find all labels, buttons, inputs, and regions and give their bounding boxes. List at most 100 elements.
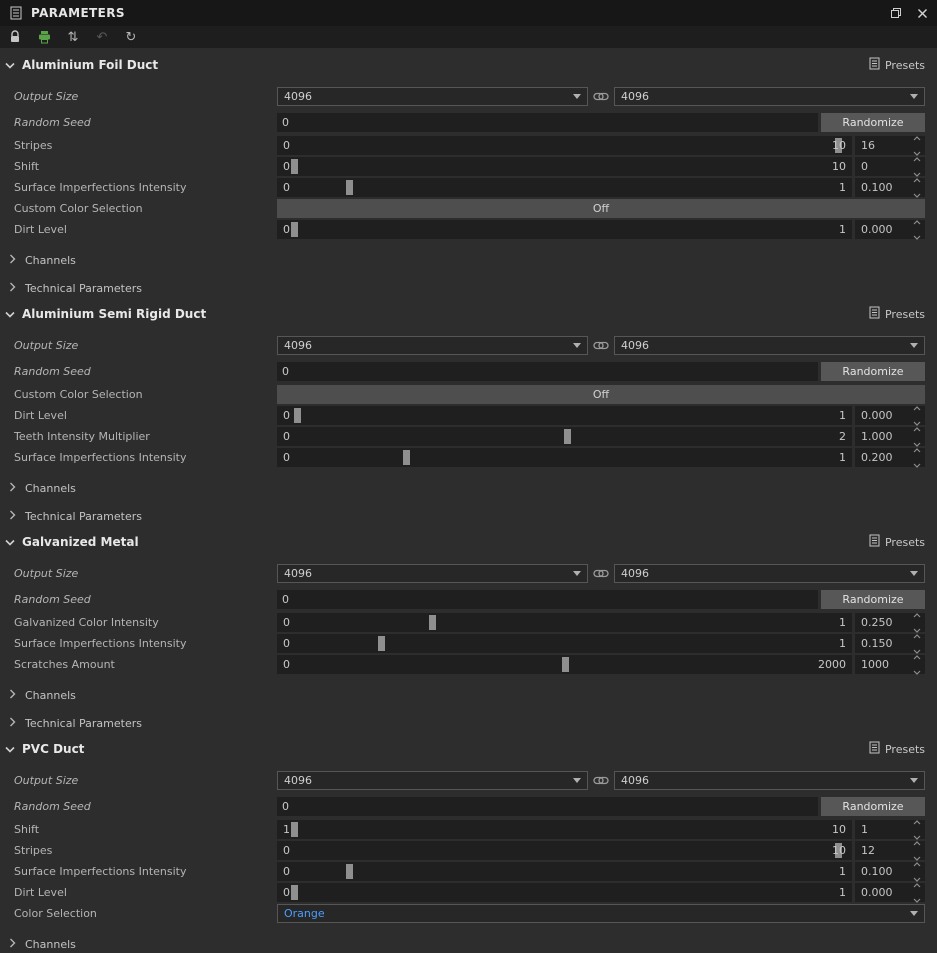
slider[interactable]: 0 10 <box>277 156 852 176</box>
slider[interactable]: 0 2 <box>277 426 852 446</box>
slider-handle[interactable] <box>377 635 385 651</box>
link-icon[interactable] <box>593 341 609 350</box>
spin-up-icon[interactable] <box>913 878 921 891</box>
output-height-dropdown[interactable]: 4096 <box>614 770 925 790</box>
slider[interactable]: 0 10 <box>277 840 852 860</box>
spin-up-icon[interactable] <box>913 815 921 828</box>
slider-handle[interactable] <box>345 863 353 879</box>
chevron-down-icon[interactable] <box>5 536 15 549</box>
random-seed-slider[interactable]: 0 <box>277 796 818 816</box>
restore-window-icon[interactable] <box>890 7 902 19</box>
value-field[interactable]: 0.000 <box>855 882 925 903</box>
slider[interactable]: 0 1 <box>277 861 852 881</box>
output-width-dropdown[interactable]: 4096 <box>277 563 588 583</box>
color-selection-dropdown[interactable]: Orange <box>277 903 925 923</box>
section-aluminium-foil-duct: Aluminium Foil Duct Presets Output Size … <box>0 54 937 297</box>
history-icon[interactable]: ↻ <box>123 29 139 45</box>
group-technical-parameters[interactable]: Technical Parameters <box>0 279 937 297</box>
section-header[interactable]: Aluminium Foil Duct Presets <box>0 54 937 76</box>
slider-handle[interactable] <box>294 407 302 423</box>
output-width-dropdown[interactable]: 4096 <box>277 86 588 106</box>
slider-handle[interactable] <box>291 821 299 837</box>
spin-up-icon[interactable] <box>913 401 921 414</box>
presets-button[interactable]: Presets <box>869 57 925 73</box>
param-value: 0.150 <box>861 636 893 650</box>
spin-up-icon[interactable] <box>913 650 921 663</box>
value-field[interactable]: 0.000 <box>855 219 925 240</box>
random-seed-slider[interactable]: 0 <box>277 361 818 381</box>
output-height-dropdown[interactable]: 4096 <box>614 563 925 583</box>
presets-button[interactable]: Presets <box>869 534 925 550</box>
slider-handle[interactable] <box>291 884 299 900</box>
slider[interactable]: 0 1 <box>277 633 852 653</box>
slider-handle[interactable] <box>561 656 569 672</box>
slider-handle[interactable] <box>564 428 572 444</box>
link-icon[interactable] <box>593 776 609 785</box>
output-width-dropdown[interactable]: 4096 <box>277 770 588 790</box>
slider[interactable]: 0 1 <box>277 219 852 239</box>
spin-down-icon[interactable] <box>913 230 921 243</box>
printer-icon[interactable] <box>36 29 52 45</box>
close-icon[interactable] <box>917 8 928 19</box>
slider[interactable]: 0 1 <box>277 447 852 467</box>
randomize-button[interactable]: Randomize <box>821 361 925 381</box>
value-field[interactable]: 0.200 <box>855 447 925 468</box>
swap-vertical-icon[interactable]: ⇅ <box>65 29 81 45</box>
randomize-button[interactable]: Randomize <box>821 112 925 132</box>
custom-color-toggle-button[interactable]: Off <box>277 198 925 218</box>
spin-up-icon[interactable] <box>913 173 921 186</box>
slider[interactable]: 0 1 <box>277 612 852 632</box>
slider-handle[interactable] <box>345 179 353 195</box>
section-header[interactable]: PVC Duct Presets <box>0 738 937 760</box>
spin-up-icon[interactable] <box>913 443 921 456</box>
slider[interactable]: 1 10 <box>277 819 852 839</box>
link-icon[interactable] <box>593 92 609 101</box>
lock-icon[interactable] <box>7 29 23 45</box>
spin-up-icon[interactable] <box>913 215 921 228</box>
section-header[interactable]: Galvanized Metal Presets <box>0 531 937 553</box>
slider[interactable]: 0 10 <box>277 135 852 155</box>
spin-down-icon[interactable] <box>913 458 921 471</box>
presets-button[interactable]: Presets <box>869 741 925 757</box>
group-technical-parameters[interactable]: Technical Parameters <box>0 714 937 732</box>
spin-up-icon[interactable] <box>913 629 921 642</box>
slider[interactable]: 0 1 <box>277 882 852 902</box>
slider-handle[interactable] <box>429 614 437 630</box>
value-field[interactable]: 1000 <box>855 654 925 675</box>
spin-up-icon[interactable] <box>913 608 921 621</box>
chevron-down-icon[interactable] <box>5 308 15 321</box>
chevron-down-icon[interactable] <box>5 743 15 756</box>
chevron-down-icon[interactable] <box>5 59 15 72</box>
spin-up-icon[interactable] <box>913 422 921 435</box>
slider[interactable]: 0 1 <box>277 177 852 197</box>
random-seed-slider[interactable]: 0 <box>277 589 818 609</box>
spin-up-icon[interactable] <box>913 131 921 144</box>
output-height-dropdown[interactable]: 4096 <box>614 335 925 355</box>
spin-up-icon[interactable] <box>913 152 921 165</box>
spin-down-icon[interactable] <box>913 665 921 678</box>
randomize-button[interactable]: Randomize <box>821 589 925 609</box>
randomize-button[interactable]: Randomize <box>821 796 925 816</box>
group-technical-parameters[interactable]: Technical Parameters <box>0 507 937 525</box>
section-header[interactable]: Aluminium Semi Rigid Duct Presets <box>0 303 937 325</box>
value-field[interactable]: 0.100 <box>855 177 925 198</box>
link-icon[interactable] <box>593 569 609 578</box>
presets-button[interactable]: Presets <box>869 306 925 322</box>
output-width-dropdown[interactable]: 4096 <box>277 335 588 355</box>
spin-up-icon[interactable] <box>913 836 921 849</box>
output-height-dropdown[interactable]: 4096 <box>614 86 925 106</box>
slider-handle[interactable] <box>403 449 411 465</box>
param-row: Scratches Amount 0 2000 1000 <box>0 654 937 675</box>
revert-icon[interactable]: ↶ <box>94 29 110 45</box>
random-seed-slider[interactable]: 0 <box>277 112 818 132</box>
group-channels[interactable]: Channels <box>0 251 937 269</box>
slider[interactable]: 0 1 <box>277 405 852 425</box>
group-channels[interactable]: Channels <box>0 479 937 497</box>
group-channels[interactable]: Channels <box>0 935 937 953</box>
slider[interactable]: 0 2000 <box>277 654 852 674</box>
slider-handle[interactable] <box>291 158 299 174</box>
slider-handle[interactable] <box>291 221 299 237</box>
spin-up-icon[interactable] <box>913 857 921 870</box>
custom-color-toggle-button[interactable]: Off <box>277 384 925 404</box>
group-channels[interactable]: Channels <box>0 686 937 704</box>
